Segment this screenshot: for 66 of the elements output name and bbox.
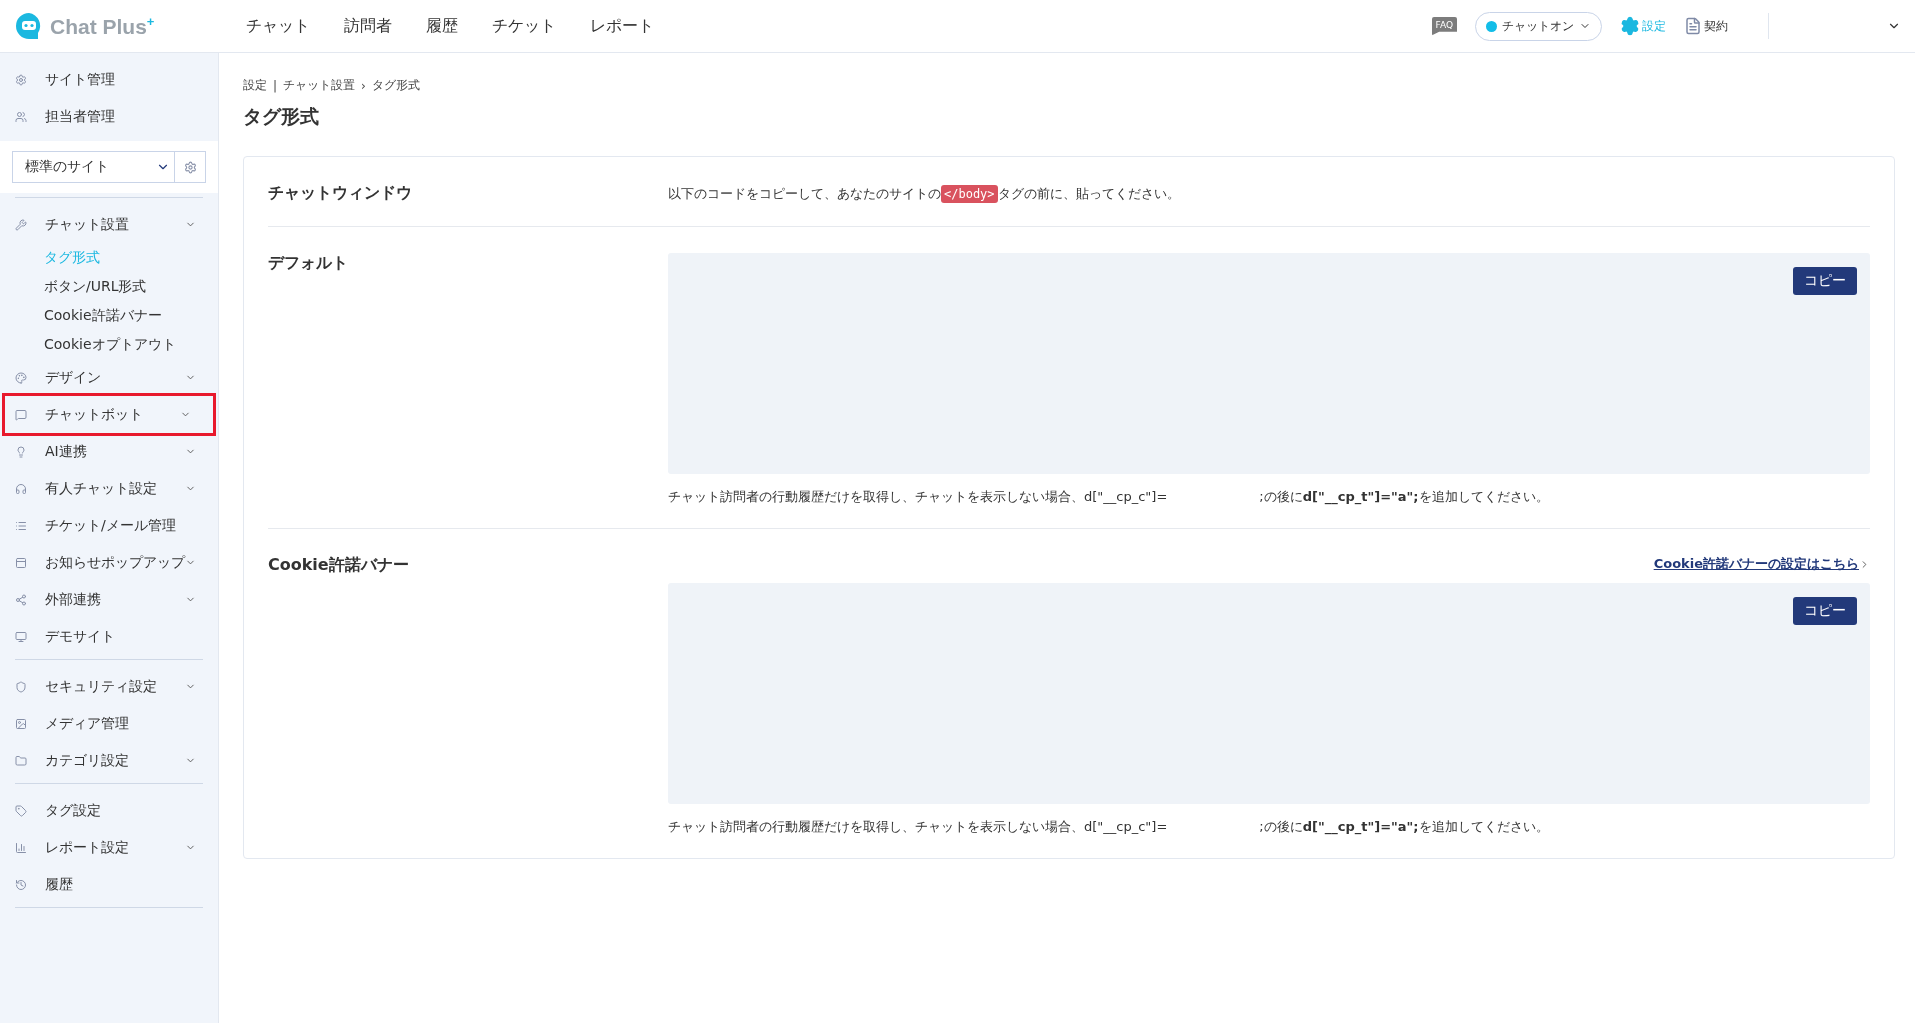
folder-icon <box>15 754 27 767</box>
sidebar-item[interactable]: チケット/メール管理 <box>0 507 218 544</box>
sidebar-item[interactable]: レポート設定 <box>0 829 218 866</box>
sidebar-item[interactable]: チャット設置 <box>0 206 218 243</box>
copy-button[interactable]: コピー <box>1793 267 1857 295</box>
note-text: チャット訪問者の行動履歴だけを取得し、チャットを表示しない場合、d["__cp_c"]= <box>668 488 1168 506</box>
breadcrumb-separator: › <box>361 78 366 93</box>
contract-link[interactable]: 契約 <box>1684 17 1728 35</box>
gear-icon <box>1620 16 1640 36</box>
sidebar-item[interactable]: 外部連携 <box>0 581 218 618</box>
instruction-text: 以下のコードをコピーして、あなたのサイトの </body> タグの前に、貼ってください。 <box>668 183 1181 204</box>
faq-button[interactable]: FAQ <box>1431 16 1457 36</box>
logo-text: Chat Plus$^{+}$ <box>50 13 155 39</box>
users-icon <box>15 110 27 123</box>
note-text: ;の後にd["__cp_t"]="a";を追加してください。 <box>1259 818 1549 836</box>
breadcrumb-separator: | <box>273 78 278 93</box>
section-label: デフォルト <box>268 253 349 274</box>
sidebar-item[interactable]: チャットボット <box>5 396 213 433</box>
sidebar-item[interactable]: カテゴリ設定 <box>0 742 218 779</box>
headset-icon <box>15 482 27 495</box>
note-text: ;の後にd["__cp_t"]="a";を追加してください。 <box>1259 488 1549 506</box>
sidebar-subitem[interactable]: Cookieオプトアウト <box>0 330 218 359</box>
nav-link[interactable]: レポート <box>590 15 654 37</box>
history-icon <box>15 878 27 891</box>
breadcrumb-link[interactable]: チャット設置 <box>283 77 356 94</box>
document-icon <box>1684 17 1702 35</box>
nav-link[interactable]: 履歴 <box>426 15 458 37</box>
sidebar-item[interactable]: AI連携 <box>0 433 218 470</box>
sidebar-item[interactable]: メディア管理 <box>0 705 218 742</box>
chat-status-dropdown[interactable]: チャットオン <box>1475 11 1602 41</box>
sidebar-item[interactable]: 担当者管理 <box>0 98 218 135</box>
gear-icon <box>15 73 27 86</box>
list-icon <box>15 519 27 532</box>
palette-icon <box>15 371 27 384</box>
copy-button[interactable]: コピー <box>1793 597 1857 625</box>
tag-icon <box>15 804 27 817</box>
nav-link[interactable]: 訪問者 <box>344 15 392 37</box>
bar-chart-icon <box>15 841 27 854</box>
nav-link[interactable]: チャット <box>246 15 310 37</box>
monitor-icon <box>15 630 27 643</box>
sidebar-item[interactable]: 履歴 <box>0 866 218 903</box>
sidebar-item[interactable]: セキュリティ設定 <box>0 668 218 705</box>
chat-bubble-icon <box>15 408 27 421</box>
sidebar-subitem[interactable]: ボタン/URL形式 <box>0 272 218 301</box>
cookie-banner-settings-link[interactable]: Cookie許諾バナーの設定はこちら <box>1653 555 1859 573</box>
sidebar-item[interactable]: サイト管理 <box>0 61 218 98</box>
sidebar-subitem[interactable]: Cookie許諾バナー <box>0 301 218 330</box>
section-label: Cookie許諾バナー <box>268 555 410 576</box>
breadcrumb-link[interactable]: タグ形式 <box>371 77 420 94</box>
sidebar-item[interactable]: デザイン <box>0 359 218 396</box>
breadcrumb-link[interactable]: 設定 <box>243 77 267 94</box>
image-icon <box>15 717 27 730</box>
note-text: チャット訪問者の行動履歴だけを取得し、チャットを表示しない場合、d["__cp_c"]= <box>668 818 1168 836</box>
section-label: チャットウィンドウ <box>268 183 413 204</box>
page-title: タグ形式 <box>243 104 320 129</box>
sidebar-item[interactable]: お知らせポップアップ <box>0 544 218 581</box>
gear-icon <box>183 160 197 174</box>
nav-link[interactable]: チケット <box>492 15 556 37</box>
share-icon <box>15 593 27 606</box>
window-icon <box>15 556 27 569</box>
lightbulb-icon <box>15 445 27 458</box>
sidebar-item[interactable]: デモサイト <box>0 618 218 655</box>
shield-icon <box>15 680 27 693</box>
sidebar-item[interactable]: 有人チャット設定 <box>0 470 218 507</box>
sidebar-item[interactable]: タグ設定 <box>0 792 218 829</box>
wrench-icon <box>15 218 27 231</box>
